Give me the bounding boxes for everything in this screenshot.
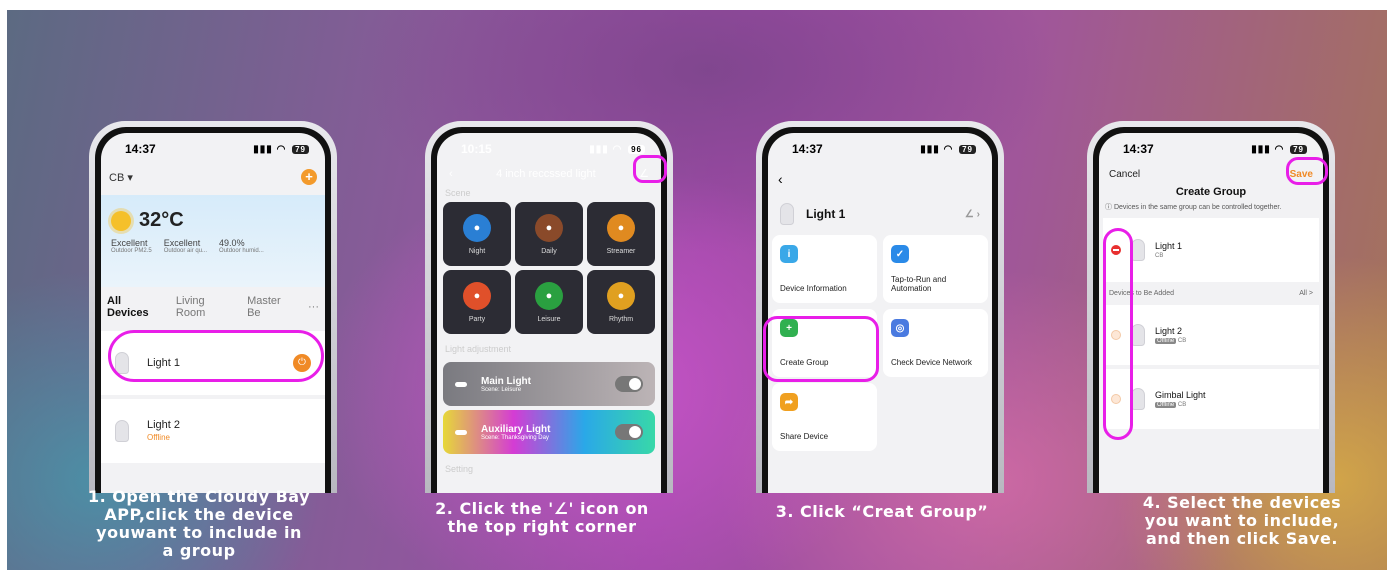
back-icon[interactable]: ‹ (768, 165, 992, 193)
device-header: Light 1 ∠ › (768, 193, 992, 235)
highlight-device-selection (1103, 228, 1133, 440)
status-bar: 14:37 ▮▮▮ ◠ 79 (101, 133, 325, 165)
highlight-light-1 (108, 330, 324, 382)
group-note: ⓘ Devices in the same group can be contr… (1105, 204, 1282, 211)
info-icon: i (780, 245, 798, 263)
battery-icon: 79 (1290, 144, 1307, 154)
highlight-create-group (763, 316, 879, 382)
tutorial-banner: 14:37 ▮▮▮ ◠ 79 CB ▾ + 32°C Excellent Outd… (7, 10, 1387, 570)
bulb-icon (1131, 388, 1145, 410)
music-icon: ● (607, 281, 635, 310)
clock: 14:37 (1123, 142, 1154, 156)
caption-step-4: 4. Select the devices you want to include… (1142, 493, 1342, 548)
status-bar: 14:37 ▮▮▮ ◠ 79 (768, 133, 992, 165)
signal-wifi-icons: ▮▮▮ ◠ 79 (920, 144, 976, 155)
main-light-toggle[interactable] (615, 376, 643, 392)
caption-step-1: 1. Open the Cloudy Bay APP,click the devi… (87, 487, 311, 560)
signal-wifi-icons: ▮▮▮ ◠ 96 (589, 144, 645, 155)
battery-icon: 79 (292, 144, 309, 154)
battery-icon: 79 (959, 144, 976, 154)
bulb-icon (115, 420, 129, 442)
highlight-edit-icon (633, 155, 667, 183)
option-check-device-network[interactable]: ◎ Check Device Network (883, 309, 988, 377)
sun-icon (111, 210, 131, 231)
scene-grid: ● Night ● Daily ● Streamer ● Party ● Leisure ● Rhyt… (437, 202, 661, 334)
tab-master-bedroom[interactable]: Master Be (247, 295, 294, 319)
light-pill-icon (455, 381, 467, 387)
bulb-icon (1131, 324, 1145, 346)
clock: 10:15 (461, 142, 492, 156)
auxiliary-light-card[interactable]: Auxiliary Light Scene: Thanksgiving Day (443, 410, 655, 454)
phone-step-3: 14:37 ▮▮▮ ◠ 79 ‹ Light 1 ∠ › i Device Inf… (756, 121, 1004, 493)
edit-icon[interactable]: ∠ › (965, 209, 980, 220)
main-light-card[interactable]: Main Light Scene: Leisure (443, 362, 655, 406)
signal-wifi-icons: ▮▮▮ ◠ 79 (1251, 144, 1307, 155)
home-selector[interactable]: CB ▾ (109, 171, 133, 184)
bulb-icon (780, 203, 794, 225)
more-icon[interactable]: ··· (308, 301, 319, 313)
scene-leisure[interactable]: ● Leisure (515, 270, 583, 334)
scene-party[interactable]: ● Party (443, 270, 511, 334)
clock: 14:37 (125, 142, 156, 156)
option-tap-to-run-and-automation[interactable]: ✓ Tap-to-Run and Automation (883, 235, 988, 303)
scene-rhythm[interactable]: ● Rhythm (587, 270, 655, 334)
scene-streamer[interactable]: ● Streamer (587, 202, 655, 266)
network-icon: ◎ (891, 319, 909, 337)
highlight-save (1286, 157, 1328, 185)
temperature: 32°C (139, 209, 184, 231)
bulb-icon (1131, 239, 1145, 261)
auxiliary-light-toggle[interactable] (615, 424, 643, 440)
caption-step-2: 2. Click the '∠' icon on the top right co… (435, 499, 649, 536)
scene-heading: Scene (445, 188, 471, 198)
device-title: 4 inch reccssed light (496, 167, 596, 180)
bed-icon: ● (463, 213, 491, 242)
option-device-information[interactable]: i Device Information (772, 235, 877, 303)
all-link[interactable]: All > (1299, 290, 1313, 297)
share-icon: ➦ (780, 393, 798, 411)
back-icon[interactable]: ‹ (449, 168, 453, 180)
star-icon: ● (607, 213, 635, 242)
candidate-device[interactable]: Gimbal Light Offline CB (1103, 369, 1319, 429)
device-name: Light 1 (806, 207, 846, 221)
check-shield-icon: ✓ (891, 245, 909, 263)
mic-icon: ● (463, 281, 491, 310)
scene-night[interactable]: ● Night (443, 202, 511, 266)
tab-all-devices[interactable]: All Devices (107, 295, 162, 319)
clock: 14:37 (792, 142, 823, 156)
weather-stat: 49.0% Outdoor humid... (219, 238, 264, 254)
add-device-button[interactable]: + (301, 169, 317, 185)
weather-stat: Excellent Outdoor air qu... (163, 238, 208, 254)
device-card-light-2[interactable]: Light 2 Offline (101, 399, 325, 463)
phone-step-1: 14:37 ▮▮▮ ◠ 79 CB ▾ + 32°C Excellent Outd… (89, 121, 337, 493)
car-icon: ● (535, 281, 563, 310)
option-share-device[interactable]: ➦ Share Device (772, 383, 877, 451)
candidate-device[interactable]: Light 2 Offline CB (1103, 305, 1319, 365)
page-title: Create Group (1175, 186, 1247, 198)
selected-device[interactable]: Light 1 CB (1103, 218, 1319, 282)
tab-living-room[interactable]: Living Room (176, 295, 233, 319)
setting-heading: Setting (445, 464, 474, 474)
battery-icon: 96 (628, 144, 645, 154)
caption-step-3: 3. Click “Creat Group” (775, 502, 989, 521)
cancel-button[interactable]: Cancel (1109, 169, 1140, 180)
weather-stat: Excellent Outdoor PM2.5 (111, 238, 152, 254)
light-pill-icon (455, 429, 467, 435)
room-tabs: All Devices Living Room Master Be ··· (101, 287, 325, 327)
signal-wifi-icons: ▮▮▮ ◠ 79 (253, 144, 309, 155)
weather-card: 32°C Excellent Outdoor PM2.5 Excellent Out… (101, 195, 325, 287)
offline-label: Offline (147, 433, 170, 442)
scene-daily[interactable]: ● Daily (515, 202, 583, 266)
cup-icon: ● (535, 213, 563, 242)
status-bar: 10:15 ▮▮▮ ◠ 96 (437, 133, 661, 165)
light-adjustment-heading: Light adjustment (445, 344, 512, 354)
